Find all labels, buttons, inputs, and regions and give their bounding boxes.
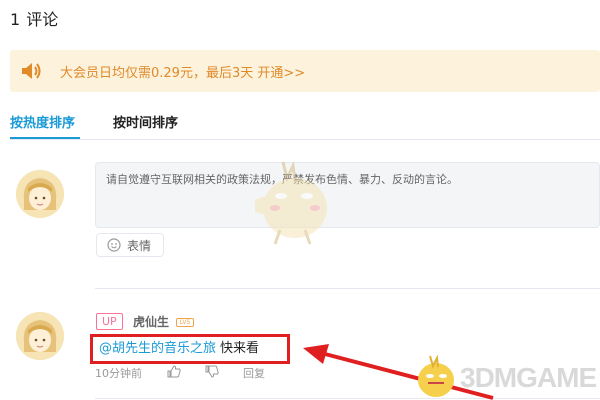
- avatar-illustration: [16, 312, 64, 360]
- watermark-text: 3DMGAME: [460, 362, 597, 393]
- commenter-username[interactable]: 虎仙生: [133, 313, 169, 330]
- vip-promo-banner[interactable]: 大会员日均仅需0.29元，最后3天 开通>>: [10, 50, 600, 92]
- level-badge: LV5: [176, 318, 194, 327]
- site-watermark: 3DMGAME: [408, 352, 600, 400]
- watermark-mascot-logo: [418, 354, 454, 397]
- mention-link[interactable]: @胡先生的音乐之旅: [99, 341, 216, 356]
- up-badge: UP: [96, 313, 123, 330]
- comment-input[interactable]: [96, 163, 599, 227]
- mascot-watermark-illustration: [255, 161, 327, 245]
- tab-sort-by-popularity[interactable]: 按热度排序: [10, 112, 75, 131]
- like-icon[interactable]: [167, 365, 181, 381]
- emoji-button[interactable]: 表情: [96, 233, 164, 257]
- section-divider: [95, 288, 600, 289]
- vip-promo-text[interactable]: 大会员日均仅需0.29元，最后3天 开通>>: [60, 62, 305, 81]
- smiley-icon: [107, 238, 121, 252]
- comment-count: 1: [10, 10, 21, 29]
- sort-tabs: 按热度排序 按时间排序: [10, 112, 600, 140]
- current-user-avatar[interactable]: [16, 170, 64, 218]
- tab-sort-by-time[interactable]: 按时间排序: [113, 112, 178, 131]
- emoji-button-label: 表情: [127, 238, 152, 253]
- comment-compose-box[interactable]: [95, 162, 600, 228]
- commenter-avatar[interactable]: [16, 312, 64, 360]
- comments-title: 评论: [26, 10, 59, 29]
- dislike-icon[interactable]: [205, 365, 219, 381]
- comment-content-highlighted: @胡先生的音乐之旅 快来看: [90, 334, 290, 364]
- comments-header: 1 评论: [10, 6, 58, 30]
- comment-body: 快来看: [220, 341, 260, 356]
- reply-button[interactable]: 回复: [243, 365, 265, 381]
- avatar-illustration: [16, 170, 64, 218]
- active-tab-indicator: [10, 137, 80, 139]
- comment-time: 10分钟前: [95, 367, 142, 380]
- speaker-icon: [22, 63, 41, 79]
